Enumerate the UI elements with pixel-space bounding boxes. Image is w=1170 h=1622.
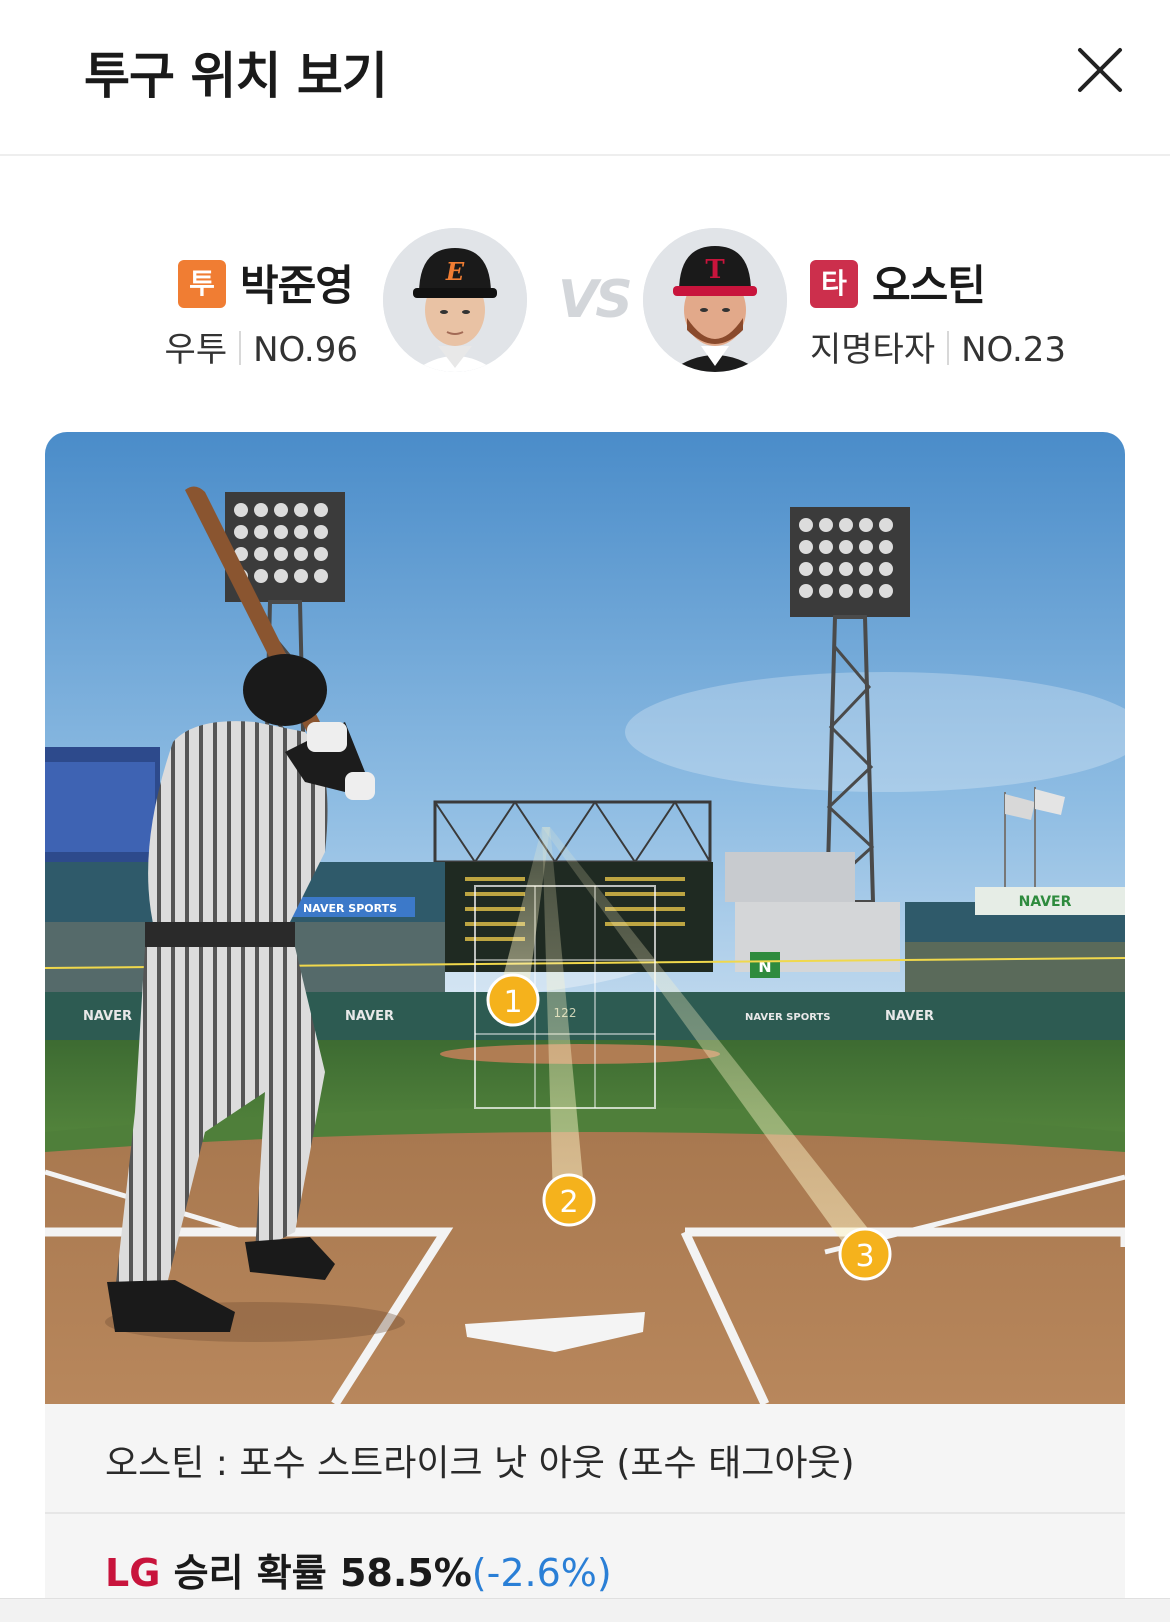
pitcher-throw: 우투 [164, 330, 228, 370]
modal-header: 투구 위치 보기 [0, 0, 1170, 156]
pitch-location-card: N NAVER NAVER SPORTS NAVER NAVER NAVER N… [45, 432, 1125, 1622]
ad-board-naver-top: NAVER [1019, 894, 1072, 910]
batter-position: 지명타자 [810, 330, 936, 370]
vs-label: VS [558, 270, 633, 330]
page-title: 투구 위치 보기 [84, 47, 388, 105]
batter-badge: 타 [810, 260, 858, 308]
svg-text:T: T [705, 255, 725, 285]
batter-avatar[interactable]: T [643, 228, 787, 372]
pitcher-number: NO.96 [253, 330, 358, 370]
win-prob-change: (-2.6%) [471, 1551, 612, 1595]
play-result-text: 오스틴 : 포수 스트라이크 낫 아웃 (포수 태그아웃) [105, 1443, 855, 1484]
batter-number: NO.23 [961, 330, 1067, 370]
batter-photo: T [643, 228, 787, 372]
pitcher-name: 박준영 [240, 261, 354, 310]
pitcher-badge: 투 [178, 260, 226, 308]
pitch-marker-2-number: 2 [559, 1185, 578, 1220]
win-prob-label: 승리 확률 [160, 1551, 340, 1595]
pitcher-avatar[interactable]: E [383, 228, 527, 372]
bottom-bar [0, 1598, 1170, 1622]
close-icon[interactable] [1074, 44, 1126, 96]
pitcher-photo: E [383, 228, 527, 372]
ad-board-naver-sports: NAVER SPORTS [303, 902, 397, 915]
pitcher-meta: 우투 NO.96 [165, 322, 358, 371]
pitch-marker-2[interactable]: 2 [542, 1173, 596, 1227]
divider [239, 331, 242, 365]
pitch-marker-1[interactable]: 1 [486, 973, 540, 1027]
batter-meta: 지명타자 NO.23 [810, 322, 1066, 371]
baseball-field-scene: N NAVER NAVER SPORTS NAVER NAVER NAVER N… [45, 432, 1125, 1404]
wall-ad-1: NAVER [83, 1009, 132, 1024]
svg-text:N: N [758, 957, 771, 976]
win-prob-team: LG [105, 1551, 161, 1595]
pitch-marker-3[interactable]: 3 [838, 1227, 892, 1281]
play-result: 오스틴 : 포수 스트라이크 낫 아웃 (포수 태그아웃) [45, 1404, 1125, 1514]
batter-name: 오스틴 [872, 261, 986, 310]
win-prob-value: 58.5% [339, 1551, 472, 1595]
win-probability: LG 승리 확률 58.5%(-2.6%) [105, 1542, 612, 1597]
wall-ad-4: NAVER SPORTS [745, 1012, 831, 1023]
pitch-marker-3-number: 3 [855, 1239, 874, 1274]
wall-ad-3: NAVER [885, 1009, 934, 1024]
pitch-marker-1-number: 1 [503, 985, 522, 1020]
wall-ad-2: NAVER [345, 1009, 394, 1024]
svg-text:E: E [445, 257, 465, 286]
matchup-section: 투 박준영 우투 NO.96 E VS T 타 오스틴 지명타자 NO.23 [0, 220, 1170, 380]
divider [947, 331, 950, 365]
